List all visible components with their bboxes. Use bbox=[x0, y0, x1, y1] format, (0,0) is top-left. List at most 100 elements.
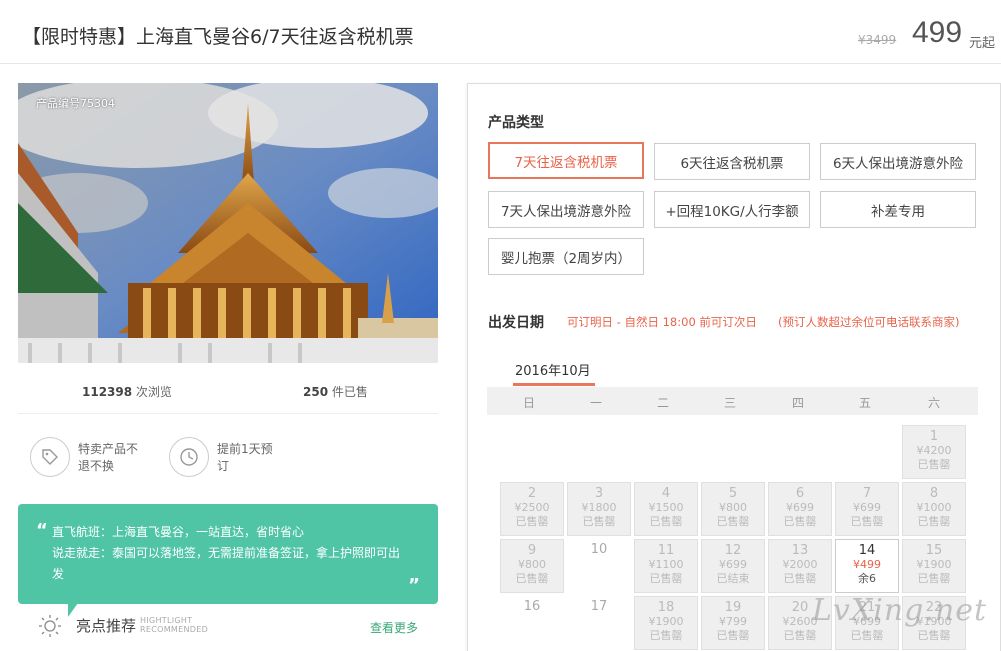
product-type-label: 产品类型 bbox=[488, 115, 544, 131]
day-number: 19 bbox=[724, 600, 742, 615]
day-status: 已售罄 bbox=[917, 572, 951, 585]
option-7day-insurance[interactable]: 7天人保出境游意外险 bbox=[488, 191, 644, 228]
day-number: 4 bbox=[661, 486, 671, 501]
view-count-label: 次浏览 bbox=[132, 385, 172, 399]
calendar-day: 2 ¥2500 已售罄 bbox=[500, 482, 564, 536]
highlight-title: 亮点推荐 bbox=[76, 616, 137, 635]
day-status: 已售罄 bbox=[917, 458, 951, 471]
calendar-day: 8 ¥1000 已售罄 bbox=[902, 482, 966, 536]
day-number: 16 bbox=[523, 599, 541, 614]
calendar-day: 7 ¥699 已售罄 bbox=[835, 482, 899, 536]
month-tab[interactable]: 2016年10月 bbox=[515, 360, 591, 379]
day-status: 已售罄 bbox=[649, 572, 683, 585]
day-price: ¥699 bbox=[719, 558, 747, 571]
price-unit: 元起 bbox=[969, 36, 996, 51]
option-infant-ticket[interactable]: 婴儿抱票（2周岁内） bbox=[488, 238, 644, 275]
product-code: 产品编号75304 bbox=[36, 97, 115, 110]
sold-count-number: 250 bbox=[303, 385, 329, 399]
option-7day-ticket[interactable]: 7天往返含税机票 bbox=[488, 142, 644, 179]
highlight-en-line1: HIGHTLIGHT bbox=[140, 616, 193, 625]
day-status: 已售罄 bbox=[850, 629, 884, 642]
day-number: 1 bbox=[929, 429, 939, 444]
booking-cutoff-note: 可订明日 - 自然日 18:00 前可订次日 bbox=[567, 315, 757, 329]
view-count-number: 112398 bbox=[82, 385, 133, 399]
day-number: 3 bbox=[594, 486, 604, 501]
day-price: ¥4200 bbox=[916, 444, 952, 457]
day-status: 已售罄 bbox=[582, 515, 616, 528]
highlight-en: HIGHTLIGHT RECOMMENDED bbox=[140, 616, 208, 634]
option-6day-ticket[interactable]: 6天往返含税机票 bbox=[654, 143, 810, 180]
option-price-difference[interactable]: 补差专用 bbox=[820, 191, 976, 228]
day-number: 8 bbox=[929, 486, 939, 501]
intro-line-1: 直飞航班：上海直飞曼谷，一站直达，省时省心 bbox=[52, 525, 305, 539]
feature-book-ahead: 提前1天预 订 bbox=[169, 437, 273, 477]
day-number: 5 bbox=[728, 486, 738, 501]
day-number: 7 bbox=[862, 486, 872, 501]
calendar-day: 18 ¥1900 已售罄 bbox=[634, 596, 698, 650]
day-price: ¥1100 bbox=[648, 558, 684, 571]
day-status: 已售罄 bbox=[917, 629, 951, 642]
weekday-sun: 日 bbox=[522, 396, 535, 410]
day-price: ¥1900 bbox=[916, 558, 952, 571]
calendar-day: 1 ¥4200 已售罄 bbox=[902, 425, 966, 479]
day-price: ¥699 bbox=[853, 501, 881, 514]
day-price: ¥800 bbox=[719, 501, 747, 514]
feature-no-refund: 特卖产品不 退不换 bbox=[30, 437, 138, 477]
calendar-day: 19 ¥799 已售罄 bbox=[701, 596, 765, 650]
calendar-day: 6 ¥699 已售罄 bbox=[768, 482, 832, 536]
day-status: 已售罄 bbox=[515, 515, 549, 528]
calendar-day: 13 ¥2000 已售罄 bbox=[768, 539, 832, 593]
intro-line-2: 说走就走：泰国可以落地签，无需提前准备签证，拿上护照即可出 bbox=[52, 546, 401, 560]
day-status: 已售罄 bbox=[649, 515, 683, 528]
day-status: 已结束 bbox=[716, 572, 750, 585]
calendar-day: 16 bbox=[500, 596, 564, 650]
option-baggage[interactable]: +回程10KG/人行李额 bbox=[654, 191, 810, 228]
month-tab-underline bbox=[513, 383, 595, 386]
weekday-fri: 五 bbox=[858, 396, 871, 410]
day-number: 9 bbox=[527, 543, 537, 558]
option-6day-insurance[interactable]: 6天人保出境游意外险 bbox=[820, 143, 976, 180]
day-number: 2 bbox=[527, 486, 537, 501]
calendar-day: 10 bbox=[567, 539, 631, 593]
view-count: 112398 次浏览 bbox=[82, 383, 172, 400]
day-status: 已售罄 bbox=[783, 572, 817, 585]
product-title: 【限时特惠】上海直飞曼谷6/7天往返含税机票 bbox=[22, 26, 414, 48]
day-number: 18 bbox=[657, 600, 675, 615]
tag-icon bbox=[30, 437, 70, 477]
calendar-day: 3 ¥1800 已售罄 bbox=[567, 482, 631, 536]
clock-icon bbox=[169, 437, 209, 477]
day-status: 已售罄 bbox=[649, 629, 683, 642]
highlight-header: 亮点推荐 HIGHTLIGHT RECOMMENDED bbox=[38, 613, 208, 637]
day-price: ¥800 bbox=[518, 558, 546, 571]
feature-text-line1: 提前1天预 bbox=[217, 442, 273, 456]
weekday-header: 日 一 二 三 四 五 六 bbox=[487, 387, 978, 415]
day-status: 已售罄 bbox=[783, 629, 817, 642]
day-number: 10 bbox=[590, 542, 608, 557]
open-quote-icon: “ bbox=[36, 520, 48, 541]
day-number: 12 bbox=[724, 543, 742, 558]
day-price: ¥1500 bbox=[648, 501, 684, 514]
calendar-day: 11 ¥1100 已售罄 bbox=[634, 539, 698, 593]
calendar-day: 12 ¥699 已结束 bbox=[701, 539, 765, 593]
day-status: 已售罄 bbox=[917, 515, 951, 528]
day-status: 已售罄 bbox=[850, 515, 884, 528]
day-status: 已售罄 bbox=[783, 515, 817, 528]
day-price: ¥1000 bbox=[916, 501, 952, 514]
day-price: ¥699 bbox=[786, 501, 814, 514]
sold-count-label: 件已售 bbox=[328, 385, 368, 399]
product-image[interactable]: 产品编号75304 bbox=[18, 83, 438, 363]
calendar-day: 9 ¥800 已售罄 bbox=[500, 539, 564, 593]
feature-text-line2: 退不换 bbox=[78, 459, 115, 473]
day-number: 6 bbox=[795, 486, 805, 501]
day-price: ¥2500 bbox=[514, 501, 550, 514]
weekday-wed: 三 bbox=[723, 396, 736, 410]
close-quote-icon: ” bbox=[408, 575, 420, 596]
calendar-day[interactable]: 14 ¥499 余6 bbox=[835, 539, 899, 593]
calendar-day: 17 bbox=[567, 596, 631, 650]
view-more-link[interactable]: 查看更多 bbox=[370, 619, 418, 636]
intro-bubble: “ 直飞航班：上海直飞曼谷，一站直达，省时省心 说走就走：泰国可以落地签，无需提… bbox=[18, 504, 438, 604]
weekday-tue: 二 bbox=[656, 396, 669, 410]
weekday-mon: 一 bbox=[589, 396, 602, 410]
original-price: ¥3499 bbox=[858, 33, 897, 47]
page-header: 【限时特惠】上海直飞曼谷6/7天往返含税机票 ¥3499 499 元起 bbox=[0, 0, 1001, 64]
